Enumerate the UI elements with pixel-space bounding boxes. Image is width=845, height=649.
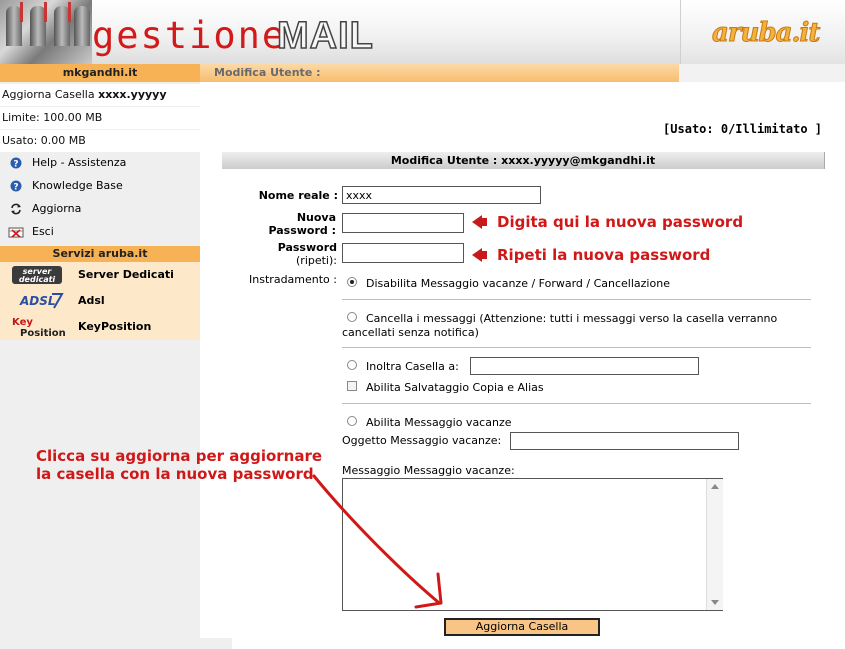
quota-used: Usato: 0.00 MB [0, 130, 200, 152]
account-name: xxxx.yyyyy [98, 88, 167, 101]
vacation-subject-label: Oggetto Messaggio vacanze: [342, 434, 502, 447]
sidebar-link-help[interactable]: ? Help - Assistenza [0, 152, 200, 175]
sidebar-link-label: Knowledge Base [32, 179, 123, 192]
new-password-hint: Digita qui la nuova password [497, 213, 744, 231]
service-label: KeyPosition [78, 320, 152, 333]
help-icon: ? [10, 157, 22, 169]
arrow-icon [472, 215, 482, 229]
option-vacation-label: Abilita Messaggio vacanze [366, 416, 512, 429]
new-password-label: Nuova Password : [268, 211, 336, 237]
routing-label: Instradamento : [249, 273, 337, 286]
update-mailbox-button[interactable]: Aggiorna Casella [444, 618, 600, 636]
radio-forward[interactable] [347, 360, 357, 370]
svg-text:dedicati: dedicati [19, 275, 56, 284]
svg-text:?: ? [13, 160, 18, 170]
sidebar: Aggiorna Casella xxxx.yyyyy Limite: 100.… [0, 82, 200, 649]
sidebar-link-refresh[interactable]: Aggiorna [0, 198, 200, 221]
section-title: Modifica Utente : [214, 66, 321, 79]
sidebar-link-label: Help - Assistenza [32, 156, 127, 169]
service-adsl[interactable]: ADSL Adsl [0, 288, 200, 314]
usage-counter: [Usato: 0/Illimitato ] [663, 122, 822, 136]
account-info: Aggiorna Casella xxxx.yyyyy [0, 84, 200, 106]
option-forward-label: Inoltra Casella a: [366, 360, 459, 373]
services-header: Servizi aruba.it [0, 246, 200, 262]
keyposition-icon: Key Position [12, 317, 66, 338]
vacation-subject-field[interactable] [510, 432, 739, 450]
divider [342, 299, 811, 300]
mailbox-image [0, 0, 92, 64]
instruction-note: Clicca su aggiorna per aggiornare la cas… [36, 447, 323, 483]
textarea-scrollbar[interactable] [706, 479, 723, 610]
exit-icon [8, 227, 24, 238]
app-logo-mail: MAIL [276, 15, 374, 57]
sidebar-link-label: Aggiorna [32, 202, 82, 215]
divider [342, 403, 811, 404]
app-logo-gestione: gestione [92, 14, 287, 57]
repeat-password-label: Password (ripeti): [277, 241, 337, 267]
domain-label: mkgandhi.it [0, 64, 200, 82]
svg-text:?: ? [13, 183, 18, 193]
radio-disable[interactable] [347, 277, 357, 287]
checkbox-copy-alias[interactable] [347, 381, 357, 391]
service-server-dedicati[interactable]: server dedicati Server Dedicati [0, 262, 200, 288]
service-keyposition[interactable]: Key Position KeyPosition [0, 314, 200, 340]
option-delete-label: Cancella i messaggi (Attenzione: tutti i… [342, 312, 778, 339]
help-icon: ? [10, 180, 22, 192]
option-copy-alias-label: Abilita Salvataggio Copia e Alias [366, 381, 544, 394]
repeat-password-hint: Ripeti la nuova password [497, 246, 711, 264]
sidebar-link-exit[interactable]: Esci [0, 221, 200, 244]
sidebar-link-knowledge-base[interactable]: ? Knowledge Base [0, 175, 200, 198]
service-label: Server Dedicati [78, 268, 174, 281]
forward-address-field[interactable] [470, 357, 699, 375]
svg-text:ADSL: ADSL [19, 294, 56, 308]
new-password-field[interactable] [342, 213, 464, 233]
quota-limit: Limite: 100.00 MB [0, 107, 200, 129]
svg-text:Key: Key [12, 317, 33, 328]
scroll-arrows-icon [711, 484, 719, 605]
pointer-arrow-icon [312, 474, 443, 609]
refresh-icon [11, 203, 21, 215]
adsl-icon: ADSL [19, 293, 64, 309]
arrow-icon [472, 248, 482, 262]
form-title: Modifica Utente : xxxx.yyyyy@mkgandhi.it [222, 152, 825, 169]
sidebar-link-label: Esci [32, 225, 54, 238]
aruba-logo: aruba.it [711, 18, 820, 49]
name-label: Nome reale : [258, 189, 338, 202]
radio-vacation[interactable] [347, 416, 357, 426]
divider [342, 347, 811, 348]
option-disable-label: Disabilita Messaggio vacanze / Forward /… [366, 277, 670, 290]
name-field[interactable] [342, 186, 541, 204]
svg-text:Position: Position [20, 328, 66, 338]
service-label: Adsl [78, 294, 105, 307]
repeat-password-field[interactable] [342, 243, 464, 263]
server-dedicati-icon: server dedicati [12, 266, 62, 284]
